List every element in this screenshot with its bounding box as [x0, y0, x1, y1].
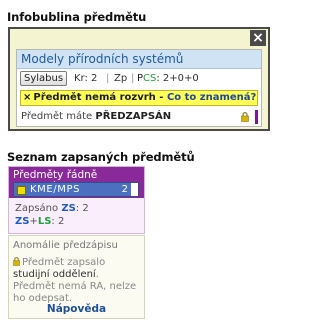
- anomaly-text: Předmět zapsalo studijní oddělení. Předm…: [13, 257, 141, 305]
- status-accent-bar: [255, 110, 258, 124]
- pcs-value: PCS: 2+0+0: [137, 69, 199, 89]
- course-title: Modely přírodních systémů: [17, 50, 261, 69]
- zs-label: ZS: [15, 216, 30, 227]
- course-item-tab: [131, 183, 138, 196]
- separator: |: [106, 73, 110, 84]
- enrolled-course-item[interactable]: KME/MPS 2: [13, 182, 139, 197]
- pcs-hours: : 2+0+0: [156, 73, 199, 84]
- no-schedule-warning: × Předmět nemá rozvrh - Co to znamená?: [20, 90, 258, 106]
- enrolled-courses-panel: Předměty řádně zapsané KME/MPS 2 Zapsáno…: [8, 166, 145, 234]
- enrolled-label: Zapsáno: [15, 203, 59, 214]
- pcs-cs-label: CS: [143, 73, 157, 84]
- warning-text: Předmět nemá rozvrh: [33, 92, 156, 103]
- course-count: 2: [121, 184, 128, 195]
- plus-sign: +: [29, 216, 38, 227]
- tooltip-heading: Infobublina předmětu: [7, 10, 147, 24]
- course-code: KME/MPS: [30, 184, 81, 195]
- anomaly-text-dark: studijní oddělení: [13, 269, 96, 280]
- status-value: PŘEDZAPSÁN: [95, 111, 172, 122]
- enrolled-summary: Zapsáno ZS: 2 ZS+LS: 2: [9, 198, 144, 233]
- warning-x-icon: ×: [23, 92, 32, 103]
- zs-value: : 2: [75, 203, 89, 214]
- zs-label: ZS: [61, 203, 76, 214]
- completion-type: Zp: [114, 73, 128, 84]
- tooltip-content: Modely přírodních systémů Sylabus Kr: 2 …: [16, 49, 262, 127]
- preenrollment-anomaly-panel: Anomálie předzápisu Předmět zapsalo stud…: [8, 235, 145, 319]
- lock-icon: [241, 112, 249, 122]
- syllabus-button[interactable]: Sylabus: [20, 71, 68, 86]
- credits-value: Kr: 2: [74, 73, 98, 84]
- enrolled-panel-header: Předměty řádně zapsané KME/MPS 2: [9, 167, 144, 198]
- course-tooltip: × Modely přírodních systémů Sylabus Kr: …: [8, 27, 270, 131]
- course-info-row: Sylabus Kr: 2 | Zp | PCS: 2+0+0: [17, 69, 261, 89]
- course-color-swatch: [17, 186, 26, 195]
- what-does-it-mean-link[interactable]: Co to znamená?: [167, 92, 256, 103]
- ls-value: : 2: [51, 216, 65, 227]
- ls-label: LS: [37, 216, 52, 227]
- help-link[interactable]: Nápověda: [9, 303, 144, 315]
- anomaly-title: Anomálie předzápisu: [13, 240, 118, 251]
- enrollment-status: Předmět máte PŘEDZAPSÁN: [17, 108, 261, 126]
- separator: |: [131, 73, 135, 84]
- lock-icon: [13, 257, 20, 266]
- close-button[interactable]: ×: [250, 30, 266, 46]
- enrolled-list-heading: Seznam zapsaných předmětů: [7, 150, 195, 164]
- status-prefix: Předmět máte: [21, 111, 93, 122]
- anomaly-text-part1: Předmět zapsalo: [22, 257, 106, 268]
